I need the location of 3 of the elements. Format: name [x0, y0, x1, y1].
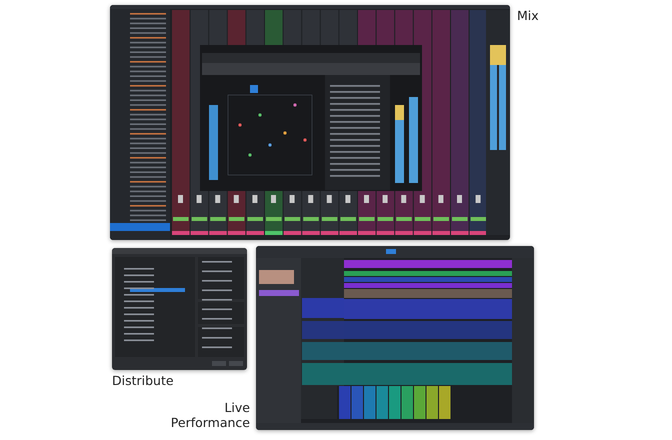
- section-caption: Distribute: [112, 373, 175, 388]
- section-caption: Mix: [517, 8, 540, 23]
- section-caption: Live Performance: [170, 400, 250, 430]
